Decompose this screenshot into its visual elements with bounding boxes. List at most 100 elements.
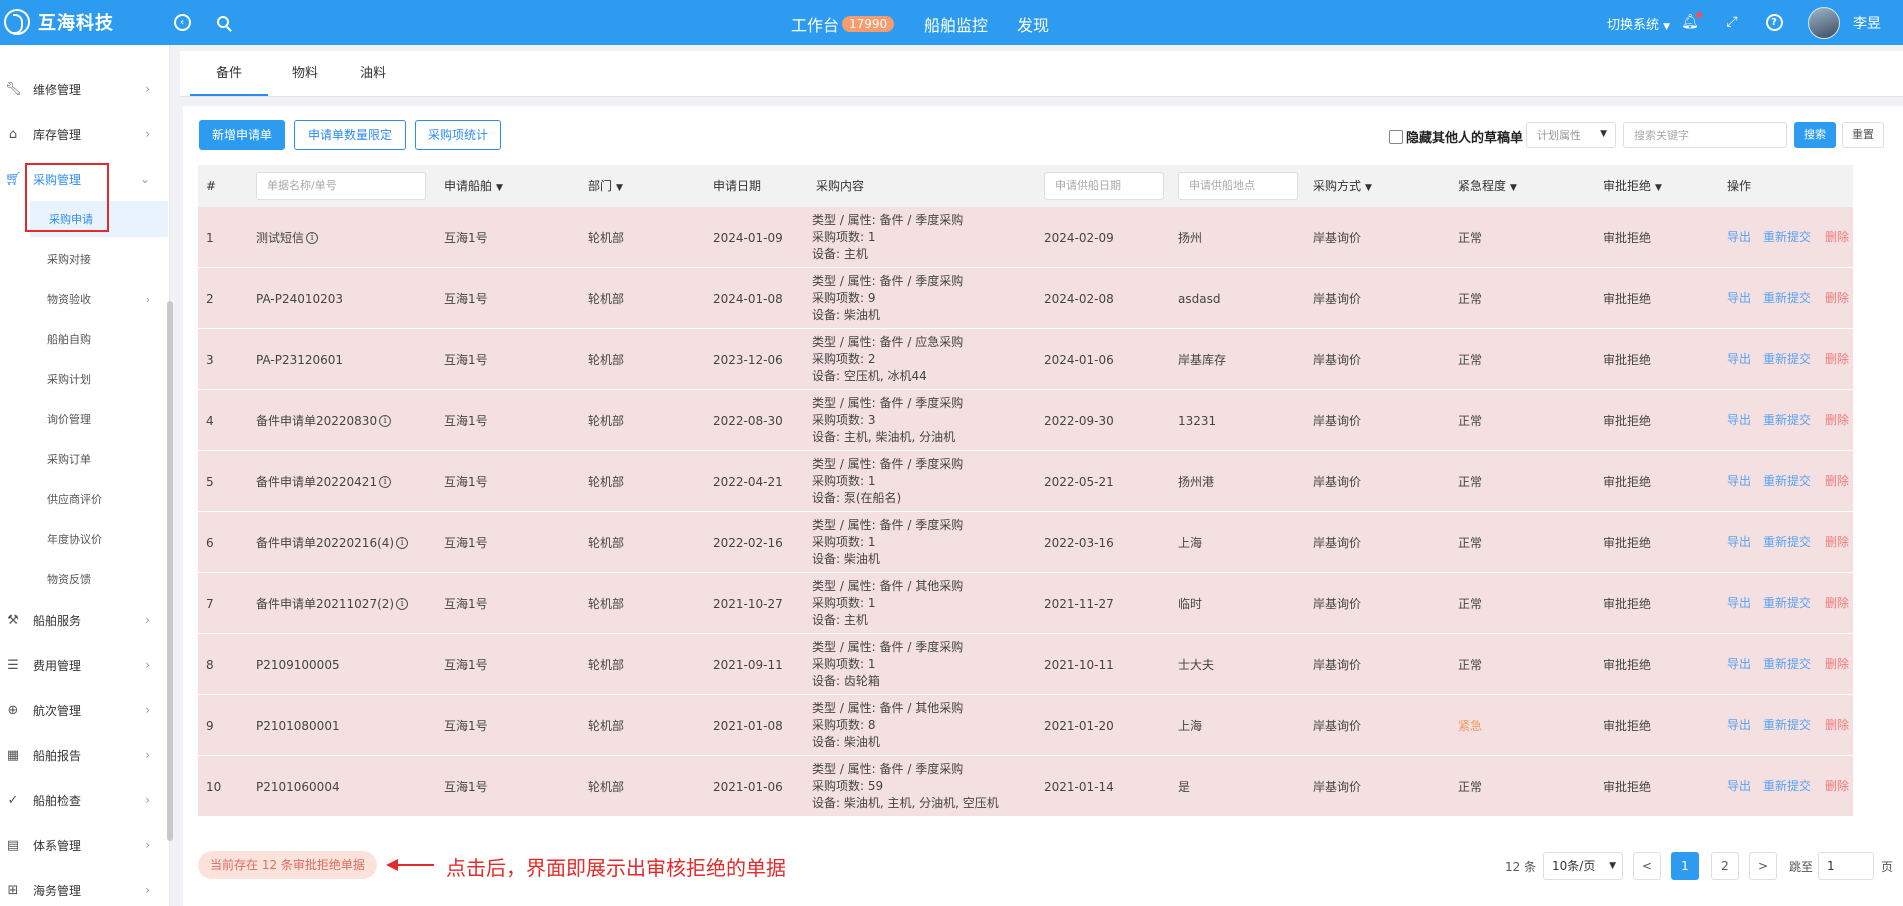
export-link[interactable]: 导出 bbox=[1727, 451, 1751, 512]
sidebar-item-inventory[interactable]: ⌂ 库存管理 › bbox=[0, 116, 168, 152]
info-icon[interactable]: i bbox=[396, 597, 409, 610]
delete-link[interactable]: 删除 bbox=[1825, 695, 1849, 756]
table-row[interactable]: 8 P2109100005 互海1号 轮机部 2021-09-11 类型 / 属性: 备件… bbox=[198, 634, 1853, 695]
table-row[interactable]: 4 备件申请单20220830 i 互海1号 轮机部 2022-08-30 类型 / 属性:… bbox=[198, 390, 1853, 451]
sidebar-item-expense[interactable]: ☰ 费用管理 › bbox=[0, 647, 168, 683]
row-doc-name[interactable]: PA-P24010203 bbox=[256, 268, 343, 329]
delete-link[interactable]: 删除 bbox=[1825, 390, 1849, 451]
tab-materials[interactable]: 物料 bbox=[270, 51, 340, 96]
resubmit-link[interactable]: 重新提交 bbox=[1763, 512, 1811, 573]
table-row[interactable]: 7 备件申请单20211027(2) i 互海1号 轮机部 2021-10-27 类型 / … bbox=[198, 573, 1853, 634]
sidebar-subitem-ship-self-purchase[interactable]: 船舶自购 bbox=[0, 321, 168, 357]
sidebar-item-marine-affairs[interactable]: ⊞ 海务管理 › bbox=[0, 872, 168, 906]
delete-link[interactable]: 删除 bbox=[1825, 756, 1849, 817]
pager-next-button[interactable]: > bbox=[1749, 852, 1777, 880]
pager-prev-button[interactable]: < bbox=[1633, 852, 1661, 880]
export-link[interactable]: 导出 bbox=[1727, 695, 1751, 756]
resubmit-link[interactable]: 重新提交 bbox=[1763, 634, 1811, 695]
switch-system-dropdown[interactable]: 切换系统 ▼ bbox=[1607, 14, 1670, 33]
row-doc-name[interactable]: P2101080001 bbox=[256, 695, 340, 756]
row-doc-name[interactable]: P2109100005 bbox=[256, 634, 340, 695]
table-row[interactable]: 1 测试短信 i 互海1号 轮机部 2024-01-09 类型 / 属性: 备件 / 季度采… bbox=[198, 207, 1853, 268]
sidebar-subitem-purchase-order[interactable]: 采购订单 bbox=[0, 441, 168, 477]
checkbox-box[interactable] bbox=[1389, 129, 1403, 144]
export-link[interactable]: 导出 bbox=[1727, 756, 1751, 817]
sidebar-item-maintenance[interactable]: 🔧︎ 维修管理 › bbox=[0, 71, 168, 107]
doc-name-filter-input[interactable]: 单据名称/单号 bbox=[256, 172, 426, 200]
row-doc-name[interactable]: 备件申请单20211027(2) i bbox=[256, 573, 409, 634]
table-row[interactable]: 10 P2101060004 互海1号 轮机部 2021-01-06 类型 / 属性: 备… bbox=[198, 756, 1853, 817]
sidebar-subitem-inquiry[interactable]: 询价管理 bbox=[0, 401, 168, 437]
sidebar-subitem-annual-agreement[interactable]: 年度协议价 bbox=[0, 521, 168, 557]
sidebar-scrollbar[interactable] bbox=[167, 301, 173, 841]
fullscreen-icon[interactable]: ⤢ bbox=[1722, 12, 1742, 32]
hide-drafts-checkbox[interactable]: 隐藏其他人的草稿单 bbox=[1389, 127, 1523, 146]
export-link[interactable]: 导出 bbox=[1727, 329, 1751, 390]
col-dept-filter[interactable]: 部门 ▼ bbox=[588, 165, 623, 207]
sidebar-item-ship-inspection[interactable]: ✓ 船舶检查 › bbox=[0, 782, 168, 818]
sidebar-item-voyage[interactable]: ⊕ 航次管理 › bbox=[0, 692, 168, 728]
sidebar-subitem-goods-feedback[interactable]: 物资反馈 bbox=[0, 561, 168, 597]
table-row[interactable]: 5 备件申请单20220421 i 互海1号 轮机部 2022-04-21 类型 / 属性:… bbox=[198, 451, 1853, 512]
supply-place-filter-input[interactable]: 申请供船地点 bbox=[1178, 172, 1298, 200]
table-row[interactable]: 2 PA-P24010203 互海1号 轮机部 2024-01-08 类型 / 属性: 备… bbox=[198, 268, 1853, 329]
resubmit-link[interactable]: 重新提交 bbox=[1763, 207, 1811, 268]
sidebar-item-ship-service[interactable]: ⚒ 船舶服务 › bbox=[0, 602, 168, 638]
row-doc-name[interactable]: 备件申请单20220830 i bbox=[256, 390, 392, 451]
export-link[interactable]: 导出 bbox=[1727, 390, 1751, 451]
pager-page-2[interactable]: 2 bbox=[1711, 852, 1739, 880]
resubmit-link[interactable]: 重新提交 bbox=[1763, 756, 1811, 817]
delete-link[interactable]: 删除 bbox=[1825, 451, 1849, 512]
sidebar-item-ship-report[interactable]: ▦ 船舶报告 › bbox=[0, 737, 168, 773]
pager-page-1[interactable]: 1 bbox=[1671, 852, 1699, 880]
jump-page-input[interactable]: 1 bbox=[1818, 852, 1874, 880]
col-ship-filter[interactable]: 申请船舶 ▼ bbox=[444, 165, 503, 207]
sidebar-subitem-supplier-evaluation[interactable]: 供应商评价 bbox=[0, 481, 168, 517]
info-icon[interactable]: i bbox=[379, 414, 392, 427]
export-link[interactable]: 导出 bbox=[1727, 268, 1751, 329]
col-status-filter[interactable]: 审批拒绝 ▼ bbox=[1603, 165, 1662, 207]
resubmit-link[interactable]: 重新提交 bbox=[1763, 451, 1811, 512]
plan-attribute-select[interactable]: 计划属性 ▼ bbox=[1526, 122, 1616, 148]
delete-link[interactable]: 删除 bbox=[1825, 207, 1849, 268]
collapse-menu-icon[interactable]: ‹ bbox=[172, 12, 192, 32]
resubmit-link[interactable]: 重新提交 bbox=[1763, 695, 1811, 756]
sidebar-item-system-mgmt[interactable]: ▤ 体系管理 › bbox=[0, 827, 168, 863]
sidebar-subitem-purchase-docking[interactable]: 采购对接 bbox=[0, 241, 168, 277]
info-icon[interactable]: i bbox=[379, 475, 392, 488]
sidebar-subitem-purchase-plan[interactable]: 采购计划 bbox=[0, 361, 168, 397]
rejected-notice-button[interactable]: 当前存在 12 条审批拒绝单据 bbox=[198, 851, 377, 879]
supply-date-filter-input[interactable]: 申请供船日期 bbox=[1044, 172, 1164, 200]
col-urgency-filter[interactable]: 紧急程度 ▼ bbox=[1458, 165, 1517, 207]
col-method-filter[interactable]: 采购方式 ▼ bbox=[1313, 165, 1372, 207]
tab-spare-parts[interactable]: 备件 bbox=[190, 51, 268, 96]
search-icon[interactable] bbox=[213, 12, 233, 32]
purchase-stats-button[interactable]: 采购项统计 bbox=[415, 120, 501, 150]
export-link[interactable]: 导出 bbox=[1727, 634, 1751, 695]
row-doc-name[interactable]: P2101060004 bbox=[256, 756, 340, 817]
export-link[interactable]: 导出 bbox=[1727, 512, 1751, 573]
logo[interactable]: 互海科技 bbox=[4, 8, 114, 36]
row-doc-name[interactable]: PA-P23120601 bbox=[256, 329, 343, 390]
export-link[interactable]: 导出 bbox=[1727, 207, 1751, 268]
search-input[interactable]: 搜索关键字 bbox=[1623, 122, 1787, 148]
info-icon[interactable]: i bbox=[306, 231, 319, 244]
row-doc-name[interactable]: 备件申请单20220216(4) i bbox=[256, 512, 409, 573]
export-link[interactable]: 导出 bbox=[1727, 573, 1751, 634]
username[interactable]: 李昱 bbox=[1853, 13, 1881, 33]
new-request-button[interactable]: 新增申请单 bbox=[199, 120, 285, 150]
resubmit-link[interactable]: 重新提交 bbox=[1763, 268, 1811, 329]
search-button[interactable]: 搜索 bbox=[1794, 122, 1836, 148]
delete-link[interactable]: 删除 bbox=[1825, 329, 1849, 390]
nav-workbench[interactable]: 工作台 17990 bbox=[791, 12, 895, 36]
table-row[interactable]: 3 PA-P23120601 互海1号 轮机部 2023-12-06 类型 / 属性: 备… bbox=[198, 329, 1853, 390]
table-row[interactable]: 6 备件申请单20220216(4) i 互海1号 轮机部 2022-02-16 类型 / … bbox=[198, 512, 1853, 573]
tab-oil[interactable]: 油料 bbox=[338, 51, 408, 96]
delete-link[interactable]: 删除 bbox=[1825, 634, 1849, 695]
delete-link[interactable]: 删除 bbox=[1825, 573, 1849, 634]
info-icon[interactable]: i bbox=[396, 536, 409, 549]
help-icon[interactable]: ? bbox=[1764, 12, 1784, 32]
resubmit-link[interactable]: 重新提交 bbox=[1763, 390, 1811, 451]
table-row[interactable]: 9 P2101080001 互海1号 轮机部 2021-01-08 类型 / 属性: 备件… bbox=[198, 695, 1853, 756]
resubmit-link[interactable]: 重新提交 bbox=[1763, 329, 1811, 390]
